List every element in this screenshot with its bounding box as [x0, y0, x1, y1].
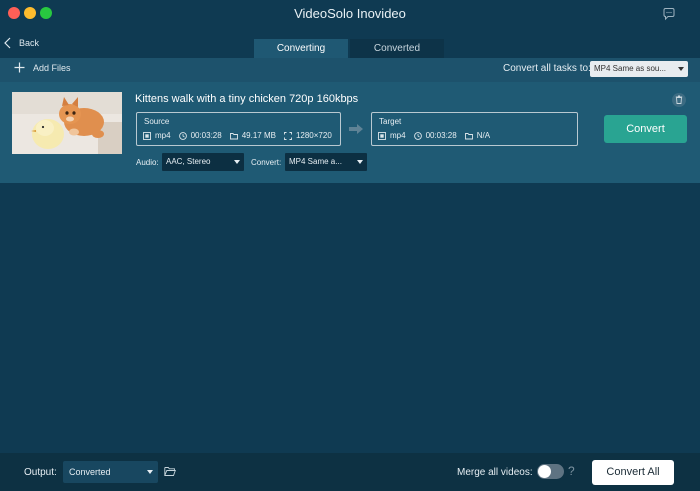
chevron-left-icon [4, 37, 11, 49]
plus-icon [14, 62, 25, 73]
tab-converting[interactable]: Converting [254, 39, 348, 58]
source-label: Source [144, 117, 170, 126]
convert-format-value: MP4 Same a... [289, 157, 342, 166]
add-files-button[interactable]: Add Files [14, 62, 71, 73]
help-icon[interactable]: ? [568, 464, 575, 478]
open-folder-icon[interactable] [164, 466, 176, 477]
toggle-knob [538, 465, 551, 478]
thumbnail-image [12, 92, 122, 154]
output-value: Converted [69, 467, 111, 477]
back-button[interactable]: Back [4, 37, 39, 49]
source-format: mp4 [155, 131, 171, 140]
chevron-down-icon [234, 160, 240, 164]
clock-icon [178, 131, 187, 140]
convert-format-select[interactable]: MP4 Same a... [285, 153, 367, 171]
app-title: VideoSolo Inovideo [294, 6, 406, 21]
folder-icon [229, 132, 238, 139]
target-label: Target [379, 117, 402, 126]
merge-all-label: Merge all videos: [457, 467, 533, 478]
toolbar: Add Files Convert all tasks to: MP4 Same… [0, 58, 700, 82]
convert-all-tasks-label: Convert all tasks to: [503, 63, 591, 74]
target-duration: 00:03:28 [425, 131, 457, 140]
convert-button[interactable]: Convert [604, 115, 687, 143]
tab-converted[interactable]: Converted [350, 39, 444, 58]
convert-all-format-select[interactable]: MP4 Same as sou... [590, 61, 688, 77]
audio-select[interactable]: AAC, Stereo [162, 153, 244, 171]
chevron-down-icon [678, 67, 684, 71]
output-label: Output: [24, 467, 57, 478]
feedback-chat-icon[interactable] [662, 7, 676, 21]
chevron-down-icon [147, 470, 153, 474]
task-row: Kittens walk with a tiny chicken 720p 16… [0, 82, 700, 183]
arrow-right-icon [349, 124, 363, 134]
target-size: N/A [476, 131, 491, 140]
back-label: Back [19, 38, 40, 48]
clock-icon [413, 131, 422, 140]
nav-bar: Back Converting Converted [0, 30, 700, 58]
target-meta: mp4 00:03:28 N/A [378, 131, 498, 140]
output-folder-select[interactable]: Converted [63, 461, 158, 483]
chevron-down-icon [357, 160, 363, 164]
audio-label: Audio: [136, 158, 159, 167]
folder-icon [464, 132, 473, 139]
film-icon [143, 131, 151, 140]
source-duration: 00:03:28 [190, 131, 222, 140]
resolution-icon [284, 131, 292, 140]
target-format: mp4 [390, 131, 406, 140]
trash-icon[interactable] [672, 93, 686, 107]
video-thumbnail[interactable] [12, 92, 122, 154]
source-meta: mp4 00:03:28 49.17 MB 1280×720 [143, 131, 340, 140]
audio-value: AAC, Stereo [166, 157, 211, 166]
convert-all-button[interactable]: Convert All [592, 460, 674, 485]
video-title: Kittens walk with a tiny chicken 720p 16… [135, 93, 359, 105]
film-icon [378, 131, 386, 140]
convert-format-label: Convert: [251, 158, 282, 167]
add-files-label: Add Files [33, 62, 71, 73]
source-info-box: Source mp4 00:03:28 49.17 MB 1280×720 [136, 112, 341, 146]
title-bar: VideoSolo Inovideo [0, 0, 700, 30]
convert-all-format-value: MP4 Same as sou... [594, 64, 667, 73]
source-resolution: 1280×720 [295, 131, 332, 140]
source-size: 49.17 MB [241, 131, 276, 140]
target-info-box: Target mp4 00:03:28 N/A [371, 112, 578, 146]
footer-bar: Output: Converted Merge all videos: ? Co… [0, 453, 700, 491]
merge-all-toggle[interactable] [537, 464, 564, 479]
